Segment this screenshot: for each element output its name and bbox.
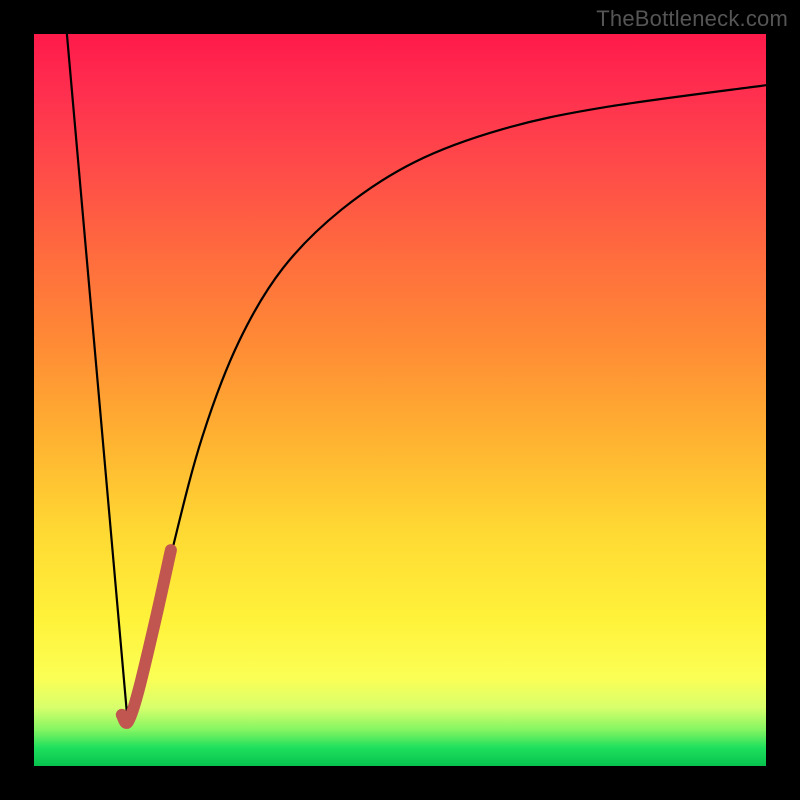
- left-descent-path: [67, 34, 128, 722]
- curve-layer: [34, 34, 766, 766]
- right-rise-path: [128, 85, 766, 722]
- highlight-segment-path: [122, 550, 171, 723]
- watermark-label: TheBottleneck.com: [596, 6, 788, 32]
- chart-container: TheBottleneck.com: [0, 0, 800, 800]
